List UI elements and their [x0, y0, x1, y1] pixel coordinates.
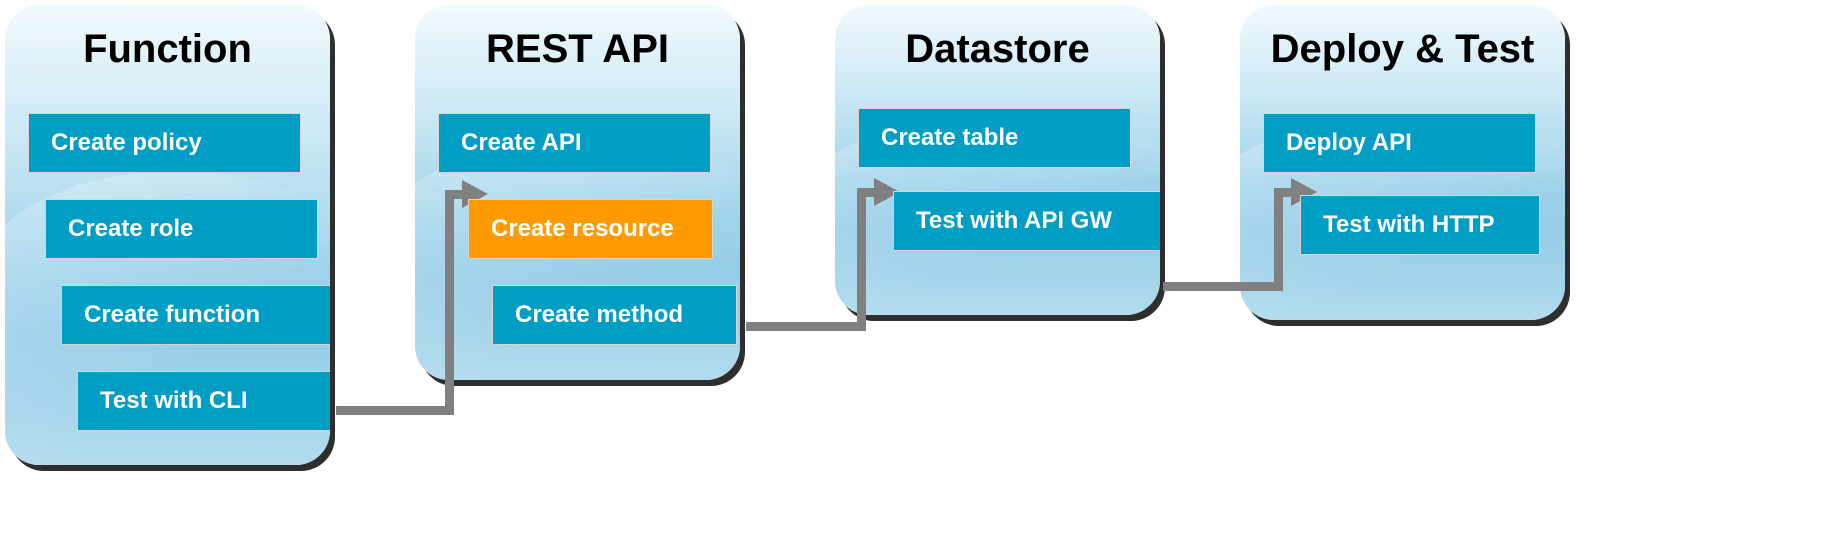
panel-title-function: Function [83, 27, 252, 71]
step-label: Create table [881, 124, 1019, 151]
connector-segment-horizontal [1163, 282, 1283, 291]
step-create-method[interactable]: Create method [492, 285, 737, 345]
connector-segment-vertical [857, 188, 866, 331]
step-label: Test with CLI [100, 387, 248, 414]
connector-segment-horizontal [336, 406, 454, 415]
step-label: Create role [68, 215, 194, 242]
step-test-with-http[interactable]: Test with HTTP [1300, 195, 1540, 255]
step-deploy-api[interactable]: Deploy API [1263, 113, 1536, 173]
step-create-table[interactable]: Create table [858, 108, 1131, 168]
step-label: Test with HTTP [1323, 211, 1495, 238]
step-create-resource[interactable]: Create resource [468, 199, 713, 259]
step-create-api[interactable]: Create API [438, 113, 711, 173]
step-create-role[interactable]: Create role [45, 199, 318, 259]
workflow-diagram: Function Create policy Create role Creat… [0, 0, 1828, 550]
step-label: Test with API GW [916, 207, 1112, 234]
panel-title-datastore: Datastore [905, 27, 1090, 71]
connector-segment-vertical [1274, 188, 1283, 291]
panel-title-deploy-test: Deploy & Test [1270, 27, 1535, 71]
step-label: Deploy API [1286, 129, 1412, 156]
step-create-policy[interactable]: Create policy [28, 113, 301, 173]
step-label: Create policy [51, 129, 202, 156]
panel-title-rest-api: REST API [486, 27, 669, 71]
panel-datastore[interactable]: Datastore Create table Test with API GW [835, 5, 1160, 315]
panel-deploy-test[interactable]: Deploy & Test Deploy API Test with HTTP [1240, 5, 1565, 320]
panel-function[interactable]: Function Create policy Create role Creat… [5, 5, 330, 465]
step-label: Create API [461, 129, 582, 156]
step-label: Create resource [491, 215, 674, 242]
step-create-function[interactable]: Create function [61, 285, 330, 345]
connector-segment-vertical [445, 190, 454, 415]
step-label: Create method [515, 301, 684, 328]
step-label: Create function [84, 301, 261, 328]
step-test-with-cli[interactable]: Test with CLI [77, 371, 330, 431]
step-test-with-api-gw[interactable]: Test with API GW [893, 191, 1160, 251]
connector-segment-horizontal [746, 322, 866, 331]
